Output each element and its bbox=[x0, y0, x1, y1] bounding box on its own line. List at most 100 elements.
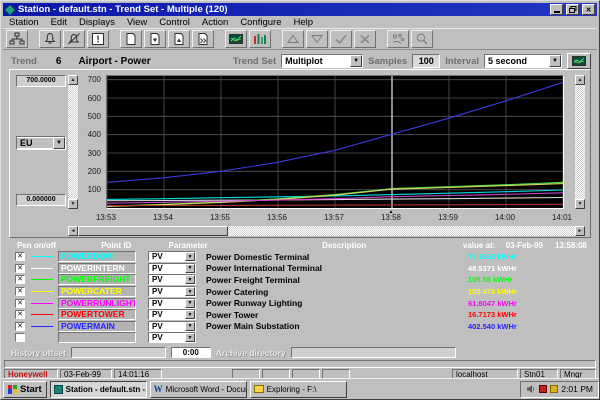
pen-checkbox[interactable]: ✕ bbox=[15, 299, 25, 308]
chevron-down-icon[interactable]: ▼ bbox=[185, 287, 195, 296]
trend-plot[interactable] bbox=[106, 75, 564, 209]
offset-clock-field[interactable]: 0:00 bbox=[171, 347, 211, 358]
pen-checkbox[interactable]: ✕ bbox=[15, 275, 25, 284]
parameter-select[interactable]: PV▼ bbox=[148, 321, 196, 332]
tray-status-icon[interactable] bbox=[539, 385, 547, 393]
page-up-icon[interactable] bbox=[168, 30, 190, 48]
window-title: Station - default.stn - Trend Set - Mult… bbox=[18, 4, 547, 15]
scroll-down-icon[interactable]: ▼ bbox=[575, 199, 585, 209]
alarm-bell-icon[interactable] bbox=[39, 30, 61, 48]
eu-select[interactable]: EU ▼ bbox=[16, 136, 66, 150]
point-id-field[interactable]: POWERDOM bbox=[58, 251, 136, 262]
samples-field[interactable]: 100 bbox=[412, 54, 440, 68]
alarm-disable-icon[interactable] bbox=[63, 30, 85, 48]
pen-description: Power Main Substation bbox=[206, 321, 468, 331]
point-id-field[interactable]: POWERMAIN bbox=[58, 321, 136, 332]
page-repeat-icon[interactable] bbox=[192, 30, 214, 48]
page-icon[interactable] bbox=[120, 30, 142, 48]
taskbar-task[interactable]: Exploring - F:\ bbox=[250, 381, 347, 398]
chevron-down-icon[interactable]: ▼ bbox=[185, 310, 195, 319]
lower-icon[interactable] bbox=[306, 30, 328, 48]
speaker-icon[interactable] bbox=[526, 384, 536, 394]
point-id-field[interactable]: POWERFREIGHT bbox=[58, 274, 136, 285]
pen-checkbox[interactable]: ✕ bbox=[15, 287, 25, 296]
interval-select[interactable]: 5 second ▼ bbox=[484, 54, 562, 68]
scroll-left-icon[interactable]: ◄ bbox=[68, 226, 78, 236]
parameter-select[interactable]: PV▼ bbox=[148, 332, 196, 343]
menu-displays[interactable]: Displays bbox=[73, 17, 121, 28]
pen-checkbox[interactable] bbox=[15, 333, 25, 342]
chevron-down-icon[interactable]: ▼ bbox=[185, 264, 195, 273]
message-icon[interactable]: ! bbox=[87, 30, 109, 48]
trend-set-select[interactable]: Multiplot ▼ bbox=[281, 54, 363, 68]
zoom-icon[interactable] bbox=[411, 30, 433, 48]
pen-checkbox[interactable]: ✕ bbox=[15, 310, 25, 319]
page-down-icon[interactable] bbox=[144, 30, 166, 48]
menu-edit[interactable]: Edit bbox=[45, 17, 73, 28]
close-button[interactable]: ✕ bbox=[582, 4, 595, 15]
taskbar-task[interactable]: Station - default.stn -... bbox=[50, 381, 147, 398]
menu-help[interactable]: Help bbox=[288, 17, 320, 28]
pen-description: Power Freight Terminal bbox=[206, 275, 468, 285]
archive-directory-field[interactable] bbox=[291, 347, 456, 358]
parameter-select[interactable]: PV▼ bbox=[148, 274, 196, 285]
pen-row: ✕POWERCATERPV▼Power Catering102.475 kWHr bbox=[9, 286, 591, 298]
scroll-up-icon[interactable]: ▲ bbox=[68, 75, 78, 85]
start-button[interactable]: Start bbox=[3, 381, 47, 398]
accept-icon[interactable] bbox=[330, 30, 352, 48]
parameter-select[interactable]: PV▼ bbox=[148, 309, 196, 320]
parameter-select[interactable]: PV▼ bbox=[148, 251, 196, 262]
trend-screen-icon bbox=[571, 54, 587, 68]
scroll-up-icon[interactable]: ▲ bbox=[575, 75, 585, 85]
node-tree-icon[interactable] bbox=[6, 30, 28, 48]
point-id-field[interactable]: POWERINTERN bbox=[58, 263, 136, 274]
range-scrollbar[interactable]: ▲ ▼ bbox=[68, 75, 78, 209]
detail-display-icon[interactable] bbox=[225, 30, 247, 48]
scroll-down-icon[interactable]: ▼ bbox=[68, 199, 78, 209]
range-high-field[interactable]: 700.0000 bbox=[16, 75, 66, 87]
pen-checkbox[interactable]: ✕ bbox=[15, 322, 25, 331]
taskbar-task[interactable]: Microsoft Word - Document5 bbox=[150, 381, 247, 398]
point-id-field[interactable] bbox=[58, 332, 136, 343]
menu-action[interactable]: Action bbox=[196, 17, 234, 28]
chevron-down-icon[interactable]: ▼ bbox=[350, 55, 362, 67]
cursor-marker[interactable]: ▲ bbox=[389, 209, 394, 215]
point-id-field[interactable]: POWERTOWER bbox=[58, 309, 136, 320]
restore-button[interactable] bbox=[566, 4, 579, 15]
point-id-field[interactable]: POWERCATER bbox=[58, 286, 136, 297]
trend-number[interactable]: 6 bbox=[56, 56, 62, 67]
plot-scrollbar-vertical[interactable]: ▲ ▼ bbox=[575, 75, 585, 209]
trend-display-button[interactable] bbox=[567, 53, 591, 69]
menu-configure[interactable]: Configure bbox=[234, 17, 287, 28]
history-offset-field[interactable] bbox=[71, 347, 166, 358]
y-axis-tick: 400 bbox=[88, 130, 101, 139]
chevron-down-icon[interactable]: ▼ bbox=[185, 322, 195, 331]
header-value-at: value at: bbox=[463, 241, 506, 250]
chevron-down-icon[interactable]: ▼ bbox=[549, 55, 561, 67]
tray-status-icon[interactable] bbox=[550, 385, 558, 393]
scrollbar-thumb[interactable] bbox=[78, 226, 228, 236]
clear-icon[interactable] bbox=[354, 30, 376, 48]
parameter-select[interactable]: PV▼ bbox=[148, 286, 196, 297]
plot-scrollbar-horizontal[interactable]: ◄ ► bbox=[68, 225, 585, 236]
menu-control[interactable]: Control bbox=[153, 17, 196, 28]
range-low-field[interactable]: 0.000000 bbox=[16, 194, 66, 206]
parameter-select[interactable]: PV▼ bbox=[148, 263, 196, 274]
pan-icon[interactable] bbox=[387, 30, 409, 48]
pen-checkbox[interactable]: ✕ bbox=[15, 264, 25, 273]
chevron-down-icon[interactable]: ▼ bbox=[185, 275, 195, 284]
menu-station[interactable]: Station bbox=[3, 17, 45, 28]
chevron-down-icon[interactable]: ▼ bbox=[53, 137, 65, 149]
pen-checkbox[interactable]: ✕ bbox=[15, 252, 25, 261]
scroll-right-icon[interactable]: ► bbox=[575, 226, 585, 236]
parameter-select[interactable]: PV▼ bbox=[148, 298, 196, 309]
raise-icon[interactable] bbox=[282, 30, 304, 48]
trend-bars-icon[interactable] bbox=[249, 30, 271, 48]
chevron-down-icon[interactable]: ▼ bbox=[185, 333, 195, 342]
chevron-down-icon[interactable]: ▼ bbox=[185, 299, 195, 308]
minimize-button[interactable] bbox=[550, 4, 563, 15]
menu-view[interactable]: View bbox=[121, 17, 153, 28]
point-id-field[interactable]: POWERRUNLIGHT bbox=[58, 298, 136, 309]
chevron-down-icon[interactable]: ▼ bbox=[185, 252, 195, 261]
pen-description: Power Domestic Terminal bbox=[206, 252, 468, 262]
